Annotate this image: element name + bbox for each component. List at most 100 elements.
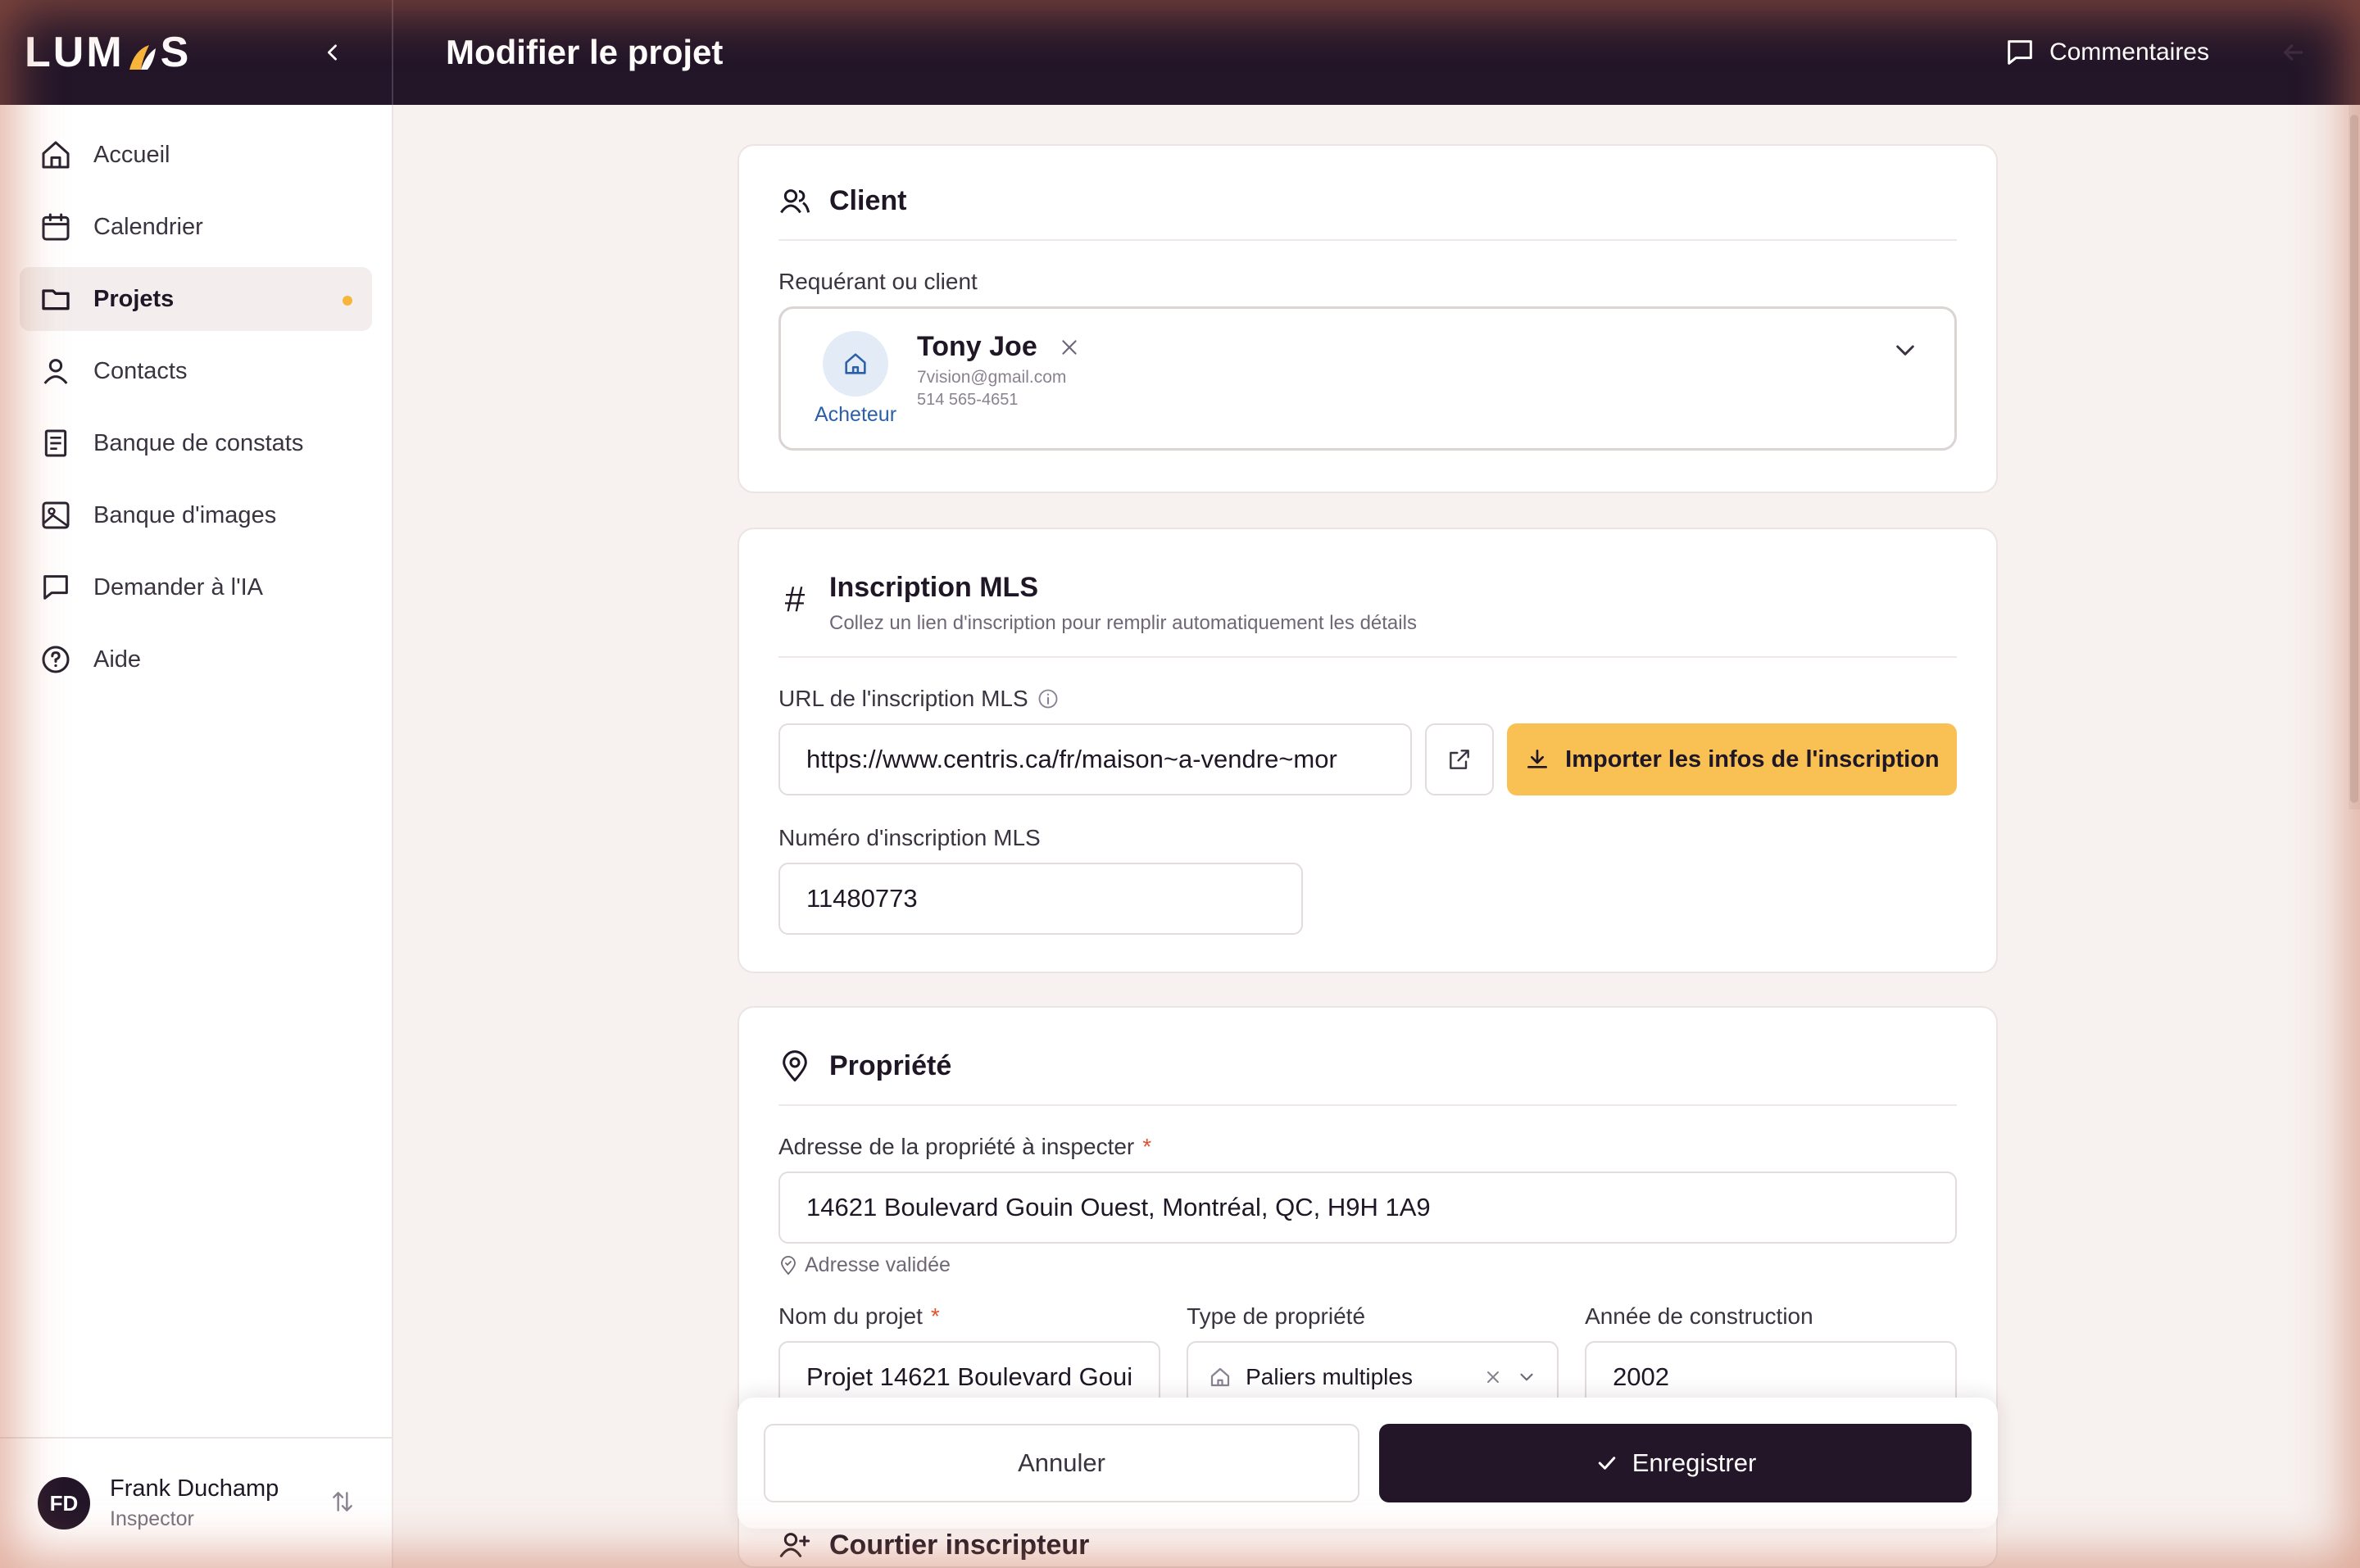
users-icon — [780, 189, 810, 214]
active-indicator-dot — [343, 296, 352, 306]
comments-label: Commentaires — [2049, 39, 2209, 66]
image-icon — [42, 501, 70, 529]
client-role: Acheteur — [814, 402, 897, 426]
mls-url-input[interactable]: https://www.centris.ca/fr/maison~a-vendr… — [778, 723, 1412, 795]
broker-section-header: Courtier inscripteur — [778, 1529, 1089, 1561]
sidebar-item-demander-ia[interactable]: Demander à l'IA — [20, 555, 372, 619]
sidebar-item-banque-images[interactable]: Banque d'images — [20, 483, 372, 547]
mls-card-subtitle: Collez un lien d'inscription pour rempli… — [829, 612, 1417, 634]
sidebar-item-label: Calendrier — [93, 213, 203, 240]
client-card-header: Client — [778, 146, 1957, 241]
client-details: Tony Joe 7vision@gmail.com 514 565-4651 — [917, 331, 1080, 410]
verified-pin-icon — [781, 1255, 796, 1275]
sidebar: Accueil Calendrier Projets Contacts Banq… — [0, 105, 393, 1568]
project-name-field: Nom du projet * Projet 14621 Boulevard G… — [778, 1303, 1161, 1413]
info-icon[interactable] — [1037, 687, 1060, 710]
client-avatar-block: Acheteur — [810, 330, 901, 427]
client-name: Tony Joe — [917, 331, 1037, 362]
address-input[interactable]: 14621 Boulevard Gouin Ouest, Montréal, Q… — [778, 1171, 1957, 1244]
folder-icon — [42, 289, 70, 310]
logo-mark-icon — [126, 36, 159, 70]
save-button[interactable]: Enregistrer — [1379, 1424, 1972, 1502]
mls-number-label: Numéro d'inscription MLS — [778, 825, 1041, 850]
home-icon — [1210, 1367, 1230, 1387]
user-info: Frank Duchamp Inspector — [110, 1475, 279, 1531]
property-card-title: Propriété — [829, 1050, 952, 1081]
open-link-button[interactable] — [1424, 723, 1494, 795]
mls-url-label-text: URL de l'inscription MLS — [778, 686, 1028, 711]
comment-icon — [2008, 40, 2032, 65]
external-link-icon — [1450, 750, 1469, 769]
chevron-down-icon[interactable] — [1892, 337, 1918, 363]
required-mark: * — [930, 1303, 940, 1329]
home-icon — [845, 352, 866, 374]
page-title: Modifier le projet — [446, 33, 724, 71]
client-email: 7vision@gmail.com — [917, 368, 1067, 387]
project-name-label-text: Nom du projet — [778, 1303, 923, 1329]
address-status: Adresse validée — [778, 1253, 1957, 1277]
scrollbar-thumb[interactable] — [2350, 115, 2358, 803]
import-listing-label: Importer les infos de l'inscription — [1565, 745, 1940, 773]
client-card: Client Requérant ou client Acheteur Tony… — [738, 144, 1998, 493]
help-icon — [42, 646, 70, 673]
required-mark: * — [1142, 1134, 1152, 1159]
client-field-label: Requérant ou client — [778, 269, 978, 294]
user-switch-button[interactable] — [329, 1489, 356, 1519]
lumos-logo[interactable]: LUM S — [25, 28, 191, 77]
sidebar-item-projets[interactable]: Projets — [20, 267, 372, 331]
download-icon — [1527, 750, 1548, 768]
property-type-field: Type de propriété Paliers multiples — [1187, 1303, 1559, 1413]
property-card-header: Propriété — [778, 1008, 1957, 1106]
arrow-left-icon — [2284, 44, 2303, 61]
sidebar-item-label: Aide — [93, 646, 142, 673]
sidebar-item-aide[interactable]: Aide — [20, 628, 372, 691]
document-icon — [44, 429, 67, 457]
import-listing-button[interactable]: Importer les infos de l'inscription — [1506, 723, 1957, 795]
client-card-title: Client — [829, 185, 907, 216]
property-type-label: Type de propriété — [1187, 1303, 1366, 1329]
user-icon — [43, 359, 68, 384]
sidebar-item-calendrier[interactable]: Calendrier — [20, 195, 372, 259]
property-type-value: Paliers multiples — [1246, 1364, 1413, 1389]
mls-card-header: # Inscription MLS Collez un lien d'inscr… — [778, 529, 1957, 658]
mls-url-label: URL de l'inscription MLS — [778, 686, 1957, 712]
sidebar-item-accueil[interactable]: Accueil — [20, 123, 372, 187]
avatar: FD — [38, 1477, 90, 1529]
map-pin-icon — [783, 1050, 807, 1082]
user-plus-icon — [779, 1533, 810, 1557]
hash-icon: # — [784, 579, 806, 619]
home-icon — [42, 141, 70, 169]
action-bar: Annuler Enregistrer — [738, 1398, 1998, 1529]
sidebar-item-label: Banque d'images — [93, 501, 277, 528]
sidebar-item-label: Banque de constats — [93, 429, 304, 456]
mls-number-input[interactable]: 11480773 — [778, 863, 1303, 935]
sidebar-nav: Accueil Calendrier Projets Contacts Banq… — [0, 105, 392, 718]
address-label: Adresse de la propriété à inspecter * — [778, 1134, 1957, 1160]
broker-section-title: Courtier inscripteur — [829, 1529, 1090, 1561]
top-bar: LUM S Modifier le projet Commentaires — [0, 0, 2360, 105]
back-button[interactable] — [2275, 34, 2311, 70]
year-field: Année de construction 2002 — [1585, 1303, 1958, 1413]
check-icon — [1598, 1457, 1615, 1470]
save-button-label: Enregistrer — [1632, 1448, 1757, 1477]
sidebar-item-label: Demander à l'IA — [93, 573, 264, 600]
user-profile[interactable]: FD Frank Duchamp Inspector — [0, 1437, 393, 1568]
clear-icon[interactable] — [1483, 1367, 1503, 1387]
sidebar-item-contacts[interactable]: Contacts — [20, 339, 372, 403]
client-select[interactable]: Acheteur Tony Joe 7vision@gmail.com 514 … — [778, 306, 1957, 451]
client-phone: 514 565-4651 — [917, 391, 1019, 409]
comments-button[interactable]: Commentaires — [2004, 36, 2209, 69]
swap-vertical-icon — [333, 1491, 352, 1511]
sidebar-item-banque-constats[interactable]: Banque de constats — [20, 411, 372, 475]
sidebar-item-label: Projets — [93, 285, 175, 312]
sidebar-item-label: Contacts — [93, 357, 188, 384]
brand-area: LUM S — [0, 0, 393, 105]
mls-card-title: Inscription MLS — [829, 572, 1038, 603]
collapse-sidebar-button[interactable] — [316, 36, 349, 69]
mls-card: # Inscription MLS Collez un lien d'inscr… — [738, 528, 1998, 973]
cancel-button[interactable]: Annuler — [764, 1424, 1359, 1502]
user-role: Inspector — [110, 1507, 194, 1530]
remove-client-icon[interactable] — [1059, 337, 1080, 358]
chevron-down-icon[interactable] — [1516, 1366, 1537, 1388]
user-name: Frank Duchamp — [110, 1475, 279, 1502]
